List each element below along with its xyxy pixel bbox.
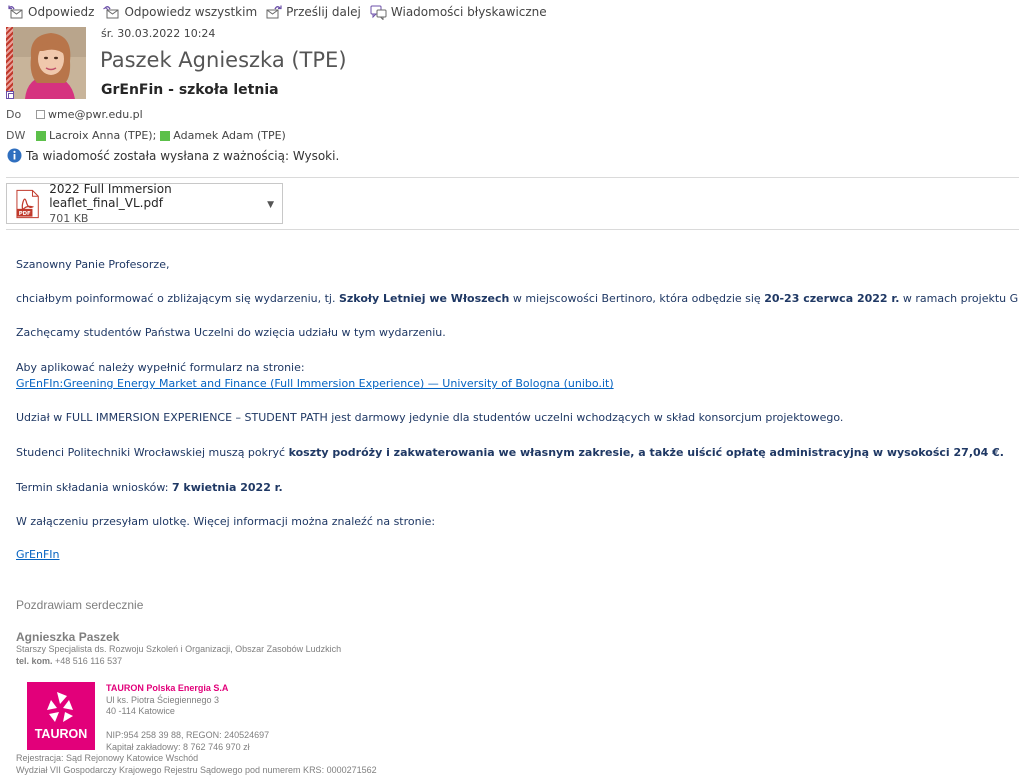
p6-bold: 7 kwietnia 2022 r. [171, 481, 283, 494]
forward-icon [266, 5, 282, 19]
body-paragraph-7: W załączeniu przesyłam ulotkę. Więcej in… [16, 515, 436, 528]
sent-date: śr. 30.03.2022 10:24 [101, 27, 216, 40]
phone-number: +48 516 116 537 [52, 656, 123, 666]
message-subject: GrEnFin - szkoła letnia [101, 82, 279, 98]
tauron-logo-text: TAURON [35, 727, 88, 741]
attachment-item[interactable]: PDF 2022 Full Immersion leaflet_final_VL… [6, 182, 283, 225]
body-paragraph-4: Udział w FULL IMMERSION EXPERIENCE – STU… [16, 411, 844, 424]
pdf-icon: PDF [16, 189, 39, 218]
p1-part: w ramach projektu GrEnFIn. [902, 292, 1019, 305]
presence-unknown-icon [36, 110, 45, 119]
forward-button[interactable]: Prześlij dalej [266, 5, 361, 19]
forward-label: Prześlij dalej [286, 5, 361, 19]
reply-button[interactable]: Odpowiedz [8, 5, 94, 19]
recipient-cc-name: Lacroix Anna (TPE); [49, 129, 157, 142]
company-city: 40 -114 Katowice [106, 706, 175, 716]
attachment-size: 701 KB [49, 212, 89, 225]
message-toolbar: Odpowiedz Odpowiedz wszystkim Prześlij d… [8, 3, 547, 21]
attachment-menu-chevron-icon[interactable]: ▼ [267, 200, 274, 210]
importance-notice: Ta wiadomość została wysłana z ważnością… [7, 148, 339, 163]
p5-bold: koszty podróży i zakwaterowania we własn… [288, 446, 1004, 459]
phone-label: tel. kom. [16, 656, 53, 666]
recipient-to[interactable]: wme@pwr.edu.pl [36, 108, 143, 121]
signature-greeting: Pozdrawiam serdecznie [16, 598, 144, 612]
cc-row: DW Lacroix Anna (TPE); Adamek Adam (TPE) [6, 129, 286, 142]
presence-available-icon [160, 130, 171, 141]
attachment-divider [6, 229, 1019, 230]
to-label: Do [6, 108, 22, 121]
recipient-cc[interactable]: Adamek Adam (TPE) [160, 129, 286, 142]
body-greeting: Szanowny Panie Profesorze, [16, 258, 170, 271]
reply-all-label: Odpowiedz wszystkim [124, 5, 258, 19]
importance-text: Ta wiadomość została wysłana z ważnością… [26, 148, 340, 163]
importance-flag-strip [6, 27, 13, 99]
recipient-cc[interactable]: Lacroix Anna (TPE); [36, 129, 156, 142]
sender-name[interactable]: Paszek Agnieszka (TPE) [100, 48, 347, 72]
company-registry-2: Wydział VII Gospodarczy Krajowego Rejest… [16, 765, 377, 775]
p1-bold: Szkoły Letniej we Włoszech [338, 292, 510, 305]
instant-message-icon [370, 5, 387, 20]
to-row: Do wme@pwr.edu.pl [6, 108, 143, 121]
p5-part: Studenci Politechniki Wrocławskiej muszą… [16, 446, 289, 459]
p6-part: Termin składania wniosków: [16, 481, 172, 494]
reply-icon [8, 5, 23, 19]
instant-message-button[interactable]: Wiadomości błyskawiczne [370, 5, 547, 20]
unibo-link[interactable]: GrEnFIn:Greening Energy Market and Finan… [16, 377, 614, 390]
attachment-name: 2022 Full Immersion leaflet_final_VL.pdf [49, 182, 172, 210]
signature-name: Agnieszka Paszek [16, 630, 120, 644]
recipient-cc-name: Adamek Adam (TPE) [173, 129, 286, 142]
reply-all-button[interactable]: Odpowiedz wszystkim [103, 5, 257, 19]
company-capital: Kapitał zakładowy: 8 762 746 970 zł [106, 742, 250, 752]
info-icon [7, 148, 22, 163]
recipient-to-name: wme@pwr.edu.pl [48, 108, 143, 121]
sender-avatar[interactable] [13, 27, 86, 99]
company-nip: NIP:954 258 39 88, REGON: 240524697 [106, 730, 270, 740]
presence-available-icon [36, 130, 46, 141]
signature-title: Starszy Specjalista ds. Rozwoju Szkoleń … [16, 644, 342, 654]
body-paragraph-6: Termin składania wniosków: 7 kwietnia 20… [16, 481, 283, 494]
reply-label: Odpowiedz [28, 5, 95, 19]
company-name: TAURON Polska Energia S.A [106, 683, 229, 693]
p1-part: chciałbym poinformować o zbliżającym się… [16, 292, 339, 305]
tauron-logo: TAURON [27, 682, 95, 750]
reply-all-icon [103, 6, 119, 19]
body-paragraph-3: Aby aplikować należy wypełnić formularz … [16, 361, 305, 374]
company-street: Ul ks. Piotra Ściegiennego 3 [106, 695, 220, 705]
signature-phone: tel. kom. +48 516 116 537 [16, 656, 122, 666]
body-paragraph-2: Zachęcamy studentów Państwa Uczelni do w… [16, 326, 446, 339]
grenfin-link[interactable]: GrEnFIn [16, 548, 60, 561]
body-paragraph-5: Studenci Politechniki Wrocławskiej muszą… [16, 446, 1004, 459]
pdf-icon-label: PDF [19, 211, 31, 217]
cc-label: DW [6, 129, 26, 142]
instant-message-label: Wiadomości błyskawiczne [390, 5, 547, 19]
company-registry-1: Rejestracja: Sąd Rejonowy Katowice Wschó… [16, 753, 199, 763]
header-divider [6, 177, 1019, 178]
body-paragraph-1: chciałbym poinformować o zbliżającym się… [16, 292, 1019, 305]
p1-part: w miejscowości Bertinoro, która odbędzie… [509, 292, 765, 305]
contact-card-icon [6, 91, 14, 99]
p1-bold: 20-23 czerwca 2022 r. [764, 292, 900, 305]
